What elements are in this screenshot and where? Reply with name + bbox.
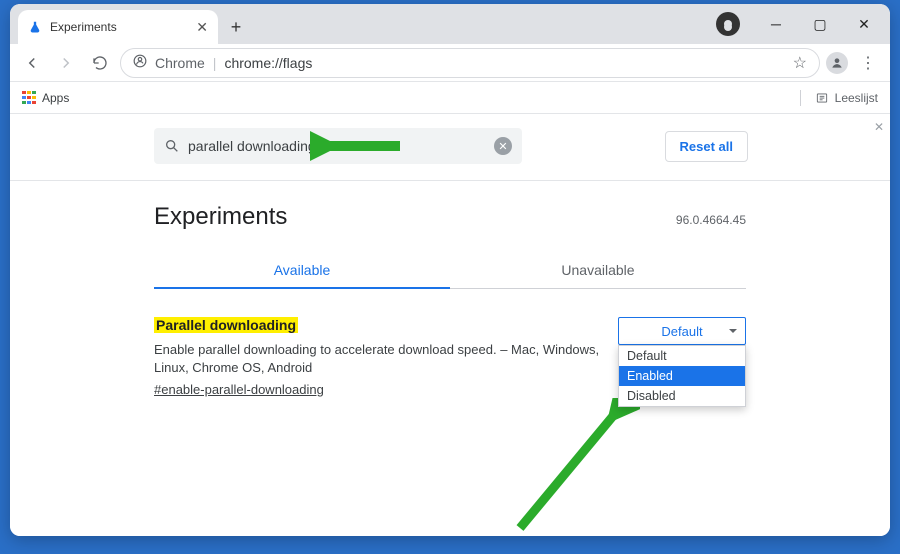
bookmark-star-icon[interactable]: ☆: [793, 53, 807, 73]
maximize-button[interactable]: ▢: [798, 8, 842, 40]
overflow-menu-button[interactable]: ⋮: [854, 49, 882, 77]
flag-entry: Parallel downloading Enable parallel dow…: [154, 317, 746, 399]
panel-close-icon[interactable]: ✕: [874, 120, 884, 134]
flag-title: Parallel downloading: [154, 317, 298, 333]
clear-search-icon[interactable]: ✕: [494, 137, 512, 155]
flag-option-default[interactable]: Default: [619, 346, 745, 366]
annotation-arrow-dropdown: [500, 398, 640, 536]
flag-description: Enable parallel downloading to accelerat…: [154, 341, 604, 376]
flask-icon: [28, 20, 42, 34]
profile-button[interactable]: [826, 52, 848, 74]
forward-button[interactable]: [52, 49, 80, 77]
apps-label[interactable]: Apps: [42, 91, 69, 105]
flag-select-dropdown: Default Enabled Disabled: [618, 345, 746, 407]
new-tab-button[interactable]: +: [222, 13, 250, 41]
tab-unavailable[interactable]: Unavailable: [450, 253, 746, 289]
omnibox[interactable]: Chrome | chrome://flags ☆: [120, 48, 820, 78]
app-account-icon[interactable]: [716, 12, 740, 36]
bookmarks-bar: Apps Leeslijst: [10, 82, 890, 114]
flags-search[interactable]: ✕: [154, 128, 522, 164]
close-window-button[interactable]: ✕: [842, 8, 886, 40]
site-info-icon[interactable]: [133, 54, 147, 71]
flag-option-enabled[interactable]: Enabled: [619, 366, 745, 386]
flags-tabs: Available Unavailable: [154, 253, 746, 289]
close-tab-icon[interactable]: ✕: [196, 19, 208, 36]
reading-list-label: Leeslijst: [835, 91, 878, 105]
apps-grid-icon[interactable]: [22, 91, 36, 105]
tab-available[interactable]: Available: [154, 253, 450, 289]
browser-window: Experiments ✕ + ─ ▢ ✕ Chrome | chrome://…: [10, 4, 890, 536]
omnibox-brand: Chrome: [155, 55, 205, 71]
back-button[interactable]: [18, 49, 46, 77]
reading-list-button[interactable]: Leeslijst: [800, 90, 878, 106]
flag-hash-link[interactable]: #enable-parallel-downloading: [154, 382, 324, 397]
browser-tab[interactable]: Experiments ✕: [18, 10, 218, 44]
flags-search-input[interactable]: [188, 138, 486, 154]
nav-toolbar: Chrome | chrome://flags ☆ ⋮: [10, 44, 890, 82]
reset-all-button[interactable]: Reset all: [665, 131, 748, 162]
tab-strip: Experiments ✕ + ─ ▢ ✕: [10, 4, 890, 44]
flag-select[interactable]: Default Default Enabled Disabled: [618, 317, 746, 345]
omnibox-url: chrome://flags: [224, 55, 784, 71]
chrome-version: 96.0.4664.45: [676, 213, 746, 227]
tab-title: Experiments: [50, 20, 188, 34]
window-controls: ─ ▢ ✕: [716, 4, 886, 44]
omnibox-divider: |: [213, 55, 217, 71]
page-title: Experiments: [154, 203, 287, 231]
flag-option-disabled[interactable]: Disabled: [619, 386, 745, 406]
reload-button[interactable]: [86, 49, 114, 77]
page-content: ✕ ✕ Reset all Experiments 96.0.4664.45 A…: [10, 114, 890, 536]
top-divider: [10, 180, 890, 181]
flag-select-button[interactable]: Default: [618, 317, 746, 345]
minimize-button[interactable]: ─: [754, 8, 798, 40]
